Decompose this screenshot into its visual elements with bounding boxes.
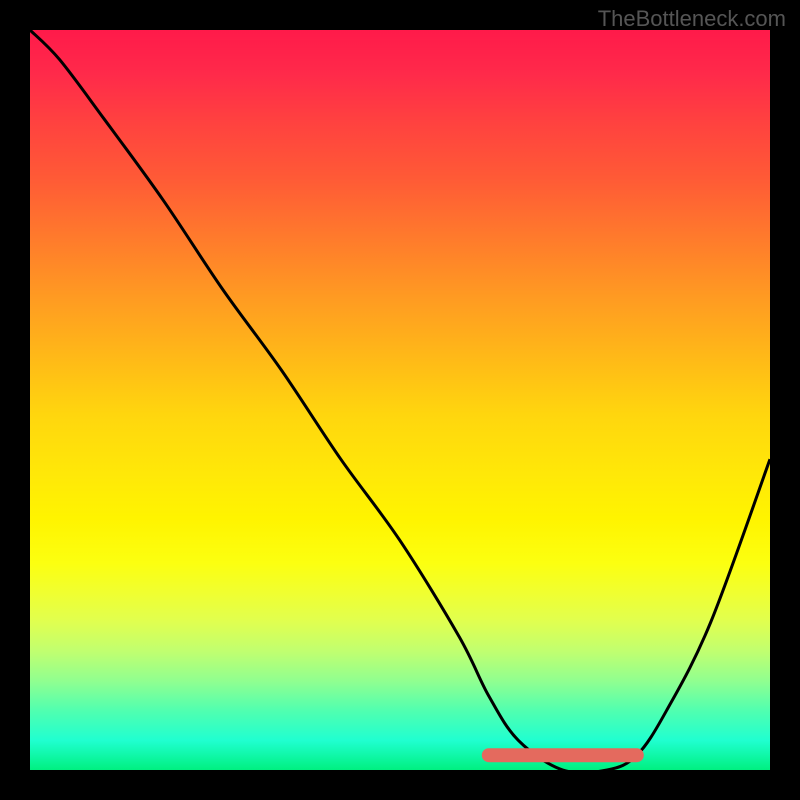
bottleneck-curve-path: [30, 30, 770, 770]
bottleneck-chart-svg: [30, 30, 770, 770]
chart-plot-area: [30, 30, 770, 770]
watermark-text: TheBottleneck.com: [598, 6, 786, 32]
